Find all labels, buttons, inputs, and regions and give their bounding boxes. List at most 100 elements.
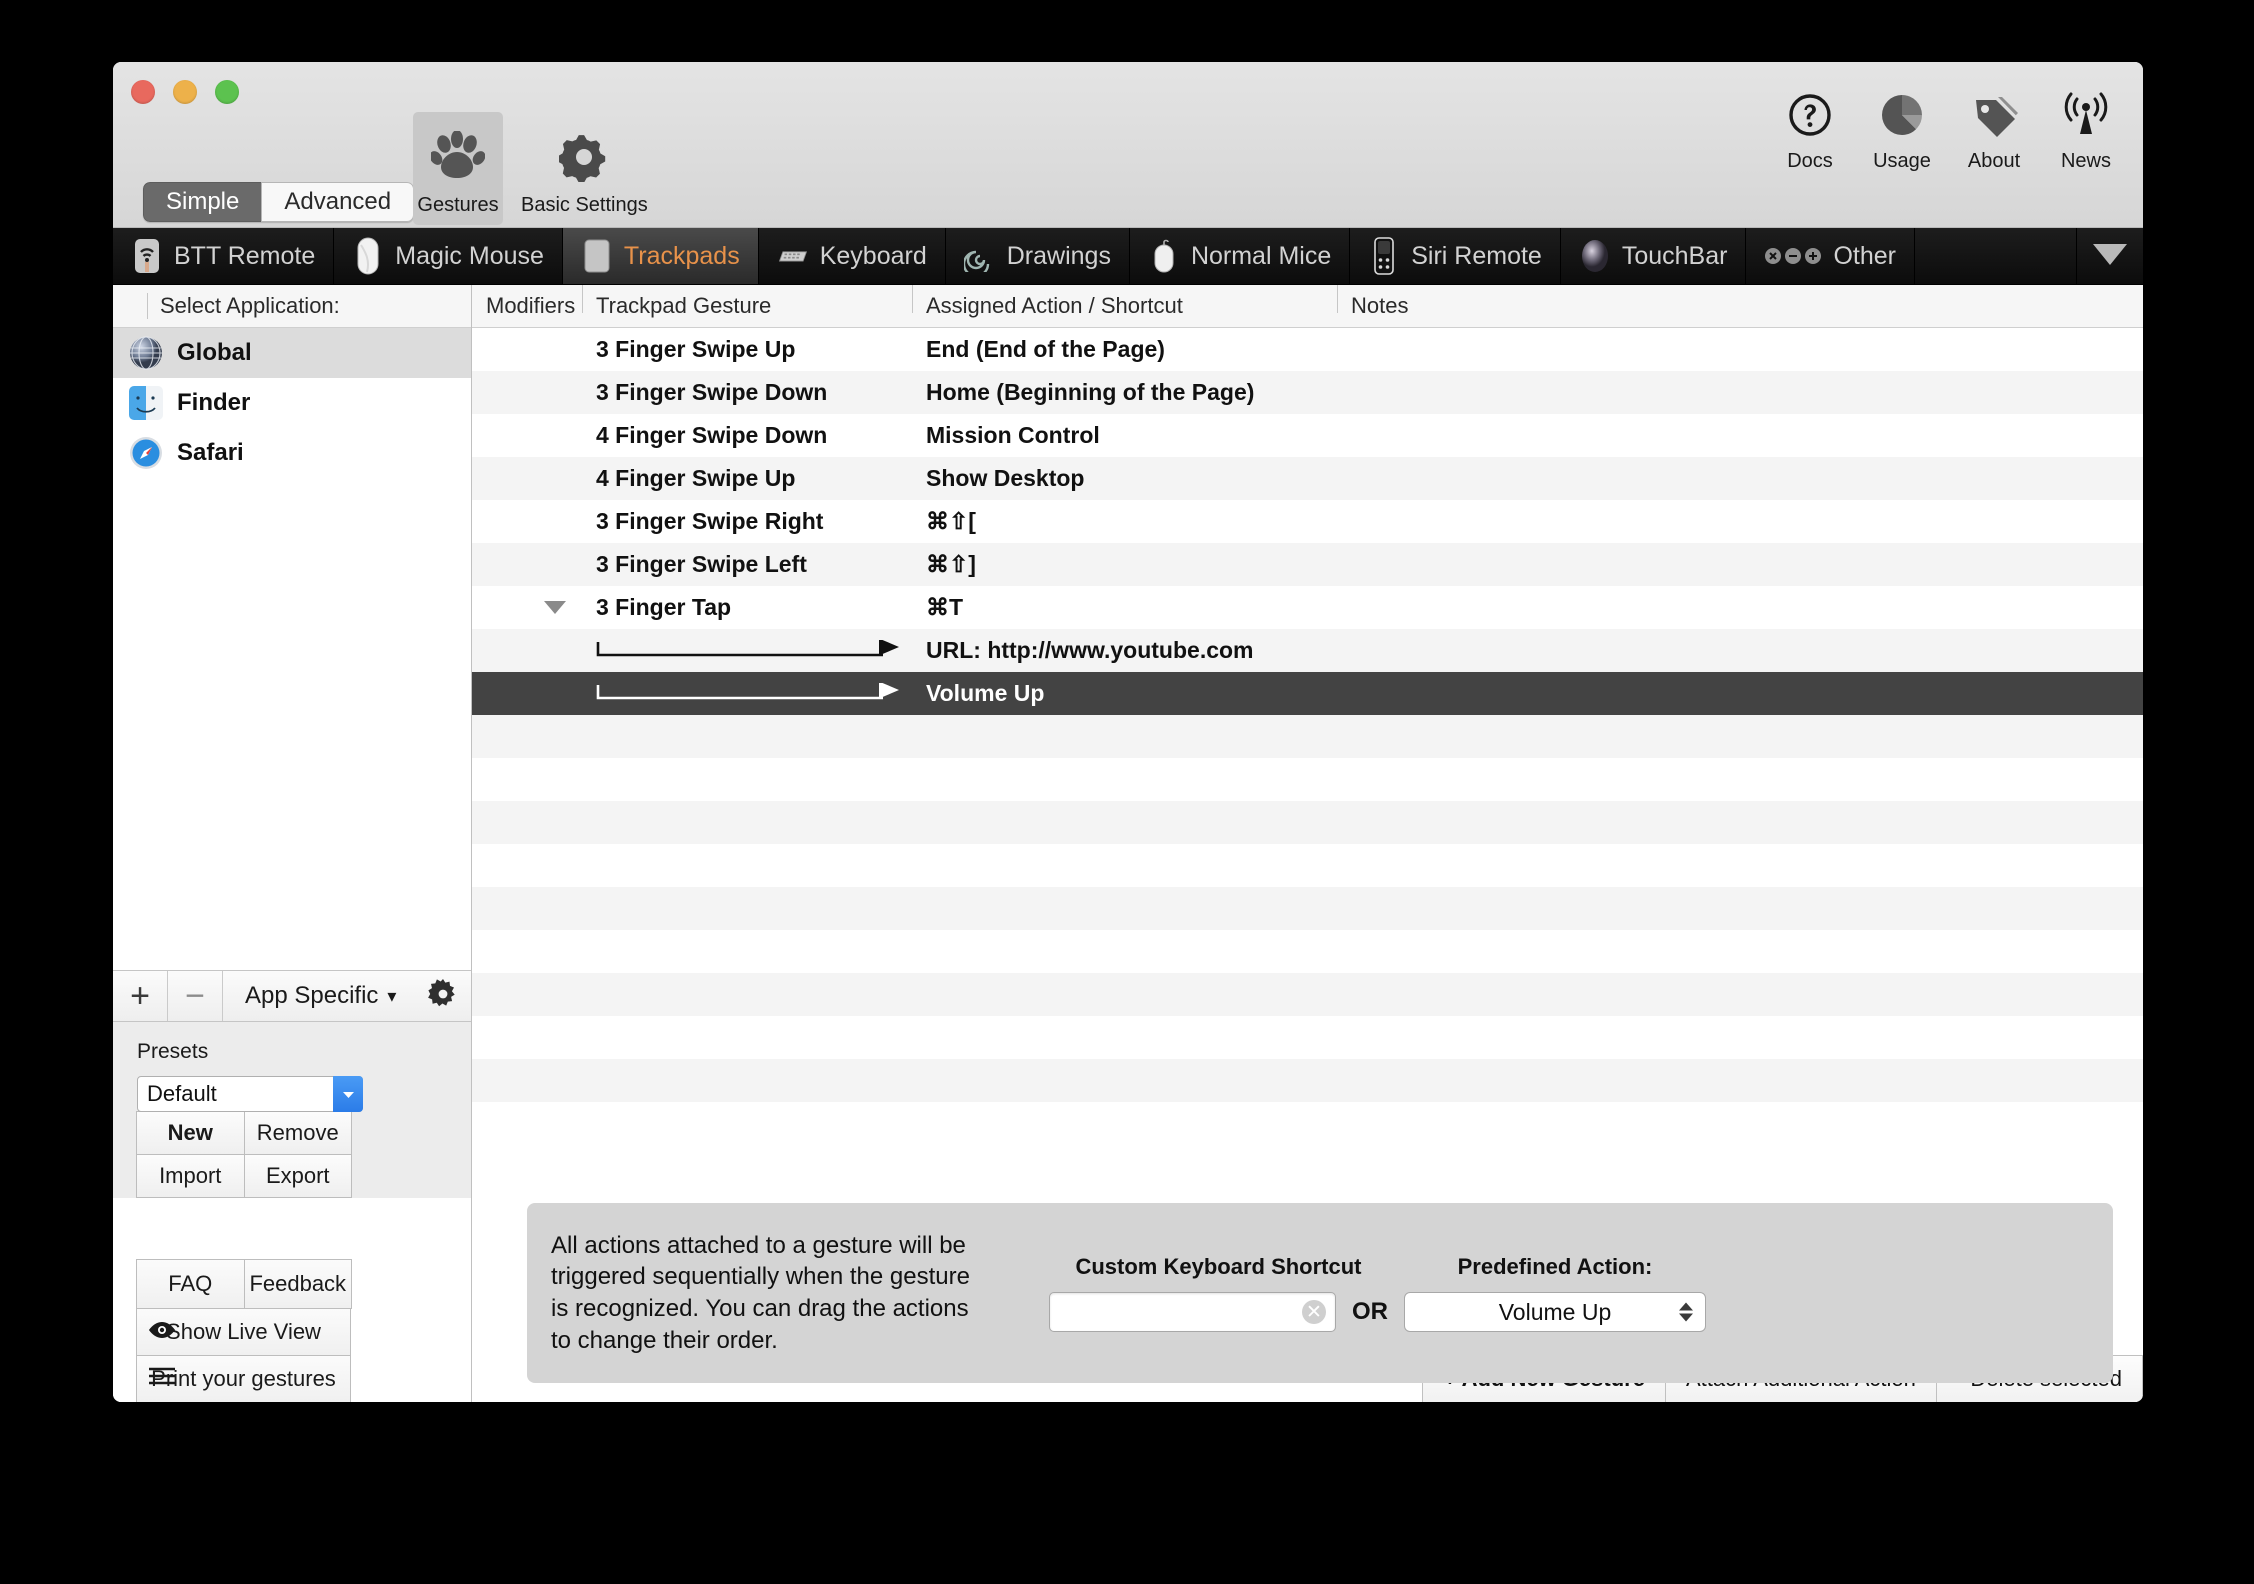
- app-list-item-finder-label: Finder: [177, 389, 251, 416]
- print-gestures-label: Print your gestures: [151, 1366, 336, 1391]
- cell-gesture: 4 Finger Swipe Up: [596, 465, 796, 491]
- device-tab-trackpads[interactable]: Trackpads: [562, 228, 759, 284]
- docs-button[interactable]: Docs: [1777, 84, 1843, 173]
- tab-basic-settings-label: Basic Settings: [521, 194, 648, 216]
- app-list-toolbar: + − App Specific ▾: [113, 970, 471, 1022]
- column-header-gesture[interactable]: Trackpad Gesture: [582, 285, 912, 319]
- faq-button[interactable]: FAQ: [136, 1259, 245, 1309]
- column-header-action[interactable]: Assigned Action / Shortcut: [912, 285, 1337, 319]
- table-row-empty[interactable]: [472, 715, 2143, 758]
- disclosure-triangle-icon[interactable]: [544, 601, 566, 614]
- app-window: Simple Advanced Gestures Basic Settings …: [113, 62, 2143, 1402]
- add-app-button[interactable]: +: [113, 971, 168, 1021]
- tab-basic-settings[interactable]: Basic Settings: [503, 112, 666, 225]
- table-row-empty[interactable]: [472, 801, 2143, 844]
- table-row-empty[interactable]: [472, 1016, 2143, 1059]
- preset-import-button[interactable]: Import: [136, 1154, 245, 1198]
- custom-shortcut-label: Custom Keyboard Shortcut: [1075, 1254, 1362, 1279]
- zoom-button[interactable]: [215, 80, 239, 104]
- column-header-modifiers[interactable]: Modifiers: [472, 293, 582, 319]
- stepper-arrows-icon[interactable]: [1679, 1302, 1693, 1322]
- close-button[interactable]: [131, 80, 155, 104]
- device-tab-normal-mice-label: Normal Mice: [1190, 241, 1332, 270]
- cell-action: URL: http://www.youtube.com: [926, 637, 1254, 663]
- or-label: OR: [1352, 1298, 1388, 1325]
- device-tab-touchbar-label: TouchBar: [1621, 241, 1728, 270]
- tab-gestures[interactable]: Gestures: [413, 112, 503, 225]
- segment-simple[interactable]: Simple: [143, 182, 262, 222]
- preset-select-value: Default: [147, 1081, 217, 1106]
- cell-gesture: 3 Finger Swipe Right: [596, 508, 824, 534]
- cell-gesture: 4 Finger Swipe Down: [596, 422, 828, 448]
- siri-remote-icon: [1368, 236, 1400, 276]
- table-row-selected[interactable]: Volume Up: [472, 672, 2143, 715]
- segment-advanced[interactable]: Advanced: [261, 182, 415, 222]
- btt-remote-icon: [131, 236, 163, 276]
- clear-circle-icon[interactable]: ✕: [1302, 1300, 1326, 1324]
- table-row-empty[interactable]: [472, 844, 2143, 887]
- usage-button[interactable]: Usage: [1869, 84, 1935, 173]
- table-row[interactable]: 3 Finger Swipe Right ⌘⇧[: [472, 500, 2143, 543]
- app-list-item-safari[interactable]: Safari: [113, 428, 471, 478]
- device-tab-other[interactable]: Other: [1746, 228, 1915, 284]
- print-gestures-button[interactable]: Print your gestures: [136, 1355, 351, 1402]
- feedback-button[interactable]: Feedback: [243, 1259, 352, 1309]
- help-buttons-section: FAQ Feedback Show Live View Print your g…: [136, 1259, 352, 1402]
- column-header-notes[interactable]: Notes: [1337, 285, 2143, 319]
- minimize-button[interactable]: [173, 80, 197, 104]
- app-specific-dropdown[interactable]: App Specific ▾: [223, 971, 415, 1021]
- device-tab-siri-remote[interactable]: Siri Remote: [1350, 228, 1561, 284]
- predefined-action-select[interactable]: Volume Up: [1404, 1292, 1706, 1332]
- table-row-empty[interactable]: [472, 1059, 2143, 1102]
- keyboard-icon: [777, 236, 809, 276]
- remove-app-button[interactable]: −: [168, 971, 223, 1021]
- app-list-item-finder[interactable]: Finder: [113, 378, 471, 428]
- table-row[interactable]: URL: http://www.youtube.com: [472, 629, 2143, 672]
- preset-export-button[interactable]: Export: [243, 1154, 352, 1198]
- show-live-view-button[interactable]: Show Live View: [136, 1308, 351, 1356]
- app-list-item-global[interactable]: Global: [113, 328, 471, 378]
- mode-tabs: Gestures Basic Settings: [413, 80, 666, 225]
- app-settings-gear-button[interactable]: [415, 971, 471, 1021]
- table-row-empty[interactable]: [472, 973, 2143, 1016]
- device-tab-touchbar[interactable]: TouchBar: [1560, 228, 1747, 284]
- table-row-empty[interactable]: [472, 887, 2143, 930]
- predefined-action-label: Predefined Action:: [1457, 1254, 1653, 1279]
- preset-select[interactable]: Default: [137, 1076, 363, 1112]
- table-row[interactable]: 3 Finger Swipe Up End (End of the Page): [472, 328, 2143, 371]
- child-action-arrow-icon: [582, 639, 912, 662]
- info-description: All actions attached to a gesture will b…: [551, 1231, 970, 1354]
- cell-gesture: 3 Finger Swipe Down: [596, 379, 828, 405]
- device-tab-normal-mice[interactable]: Normal Mice: [1129, 228, 1351, 284]
- news-button[interactable]: News: [2053, 84, 2119, 173]
- about-label: About: [1967, 150, 2021, 172]
- device-tab-magic-mouse[interactable]: Magic Mouse: [334, 228, 563, 284]
- window-controls: [131, 80, 239, 104]
- table-row[interactable]: 3 Finger Swipe Left ⌘⇧]: [472, 543, 2143, 586]
- predefined-action-value: Volume Up: [1498, 1298, 1612, 1325]
- custom-shortcut-input[interactable]: ✕: [1049, 1292, 1336, 1332]
- cell-action: Home (Beginning of the Page): [926, 379, 1255, 405]
- device-tab-drawings[interactable]: Drawings: [945, 228, 1130, 284]
- table-row[interactable]: 4 Finger Swipe Down Mission Control: [472, 414, 2143, 457]
- table-row[interactable]: 4 Finger Swipe Up Show Desktop: [472, 457, 2143, 500]
- right-panel: Modifiers Trackpad Gesture Assigned Acti…: [472, 285, 2143, 1402]
- paw-icon: [431, 126, 485, 188]
- other-dots-icon: [1764, 236, 1822, 276]
- table-row[interactable]: 3 Finger Swipe Down Home (Beginning of t…: [472, 371, 2143, 414]
- gear-icon: [559, 126, 609, 188]
- table-row-empty[interactable]: [472, 930, 2143, 973]
- application-list: Global Finder Safari: [113, 328, 471, 970]
- docs-label: Docs: [1787, 150, 1833, 172]
- main-body: Select Application: Global Finder Safari…: [113, 285, 2143, 1402]
- preset-remove-button[interactable]: Remove: [243, 1111, 352, 1155]
- about-button[interactable]: About: [1961, 84, 2027, 173]
- device-tab-btt-remote[interactable]: BTT Remote: [113, 228, 335, 284]
- toolbar: Simple Advanced Gestures Basic Settings …: [113, 62, 2143, 228]
- presets-section: Presets Default New Remove Import Export: [113, 1022, 471, 1198]
- table-row[interactable]: 3 Finger Tap ⌘T: [472, 586, 2143, 629]
- device-tabs-overflow-button[interactable]: [2076, 228, 2143, 284]
- table-row-empty[interactable]: [472, 758, 2143, 801]
- preset-new-button[interactable]: New: [136, 1111, 245, 1155]
- device-tab-keyboard[interactable]: Keyboard: [758, 228, 946, 284]
